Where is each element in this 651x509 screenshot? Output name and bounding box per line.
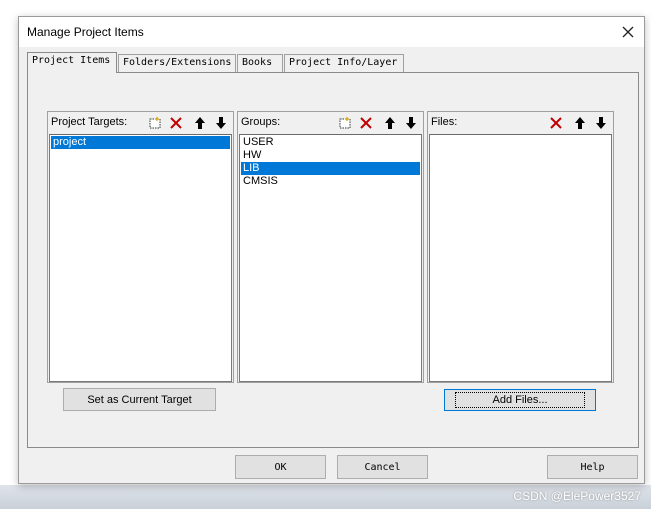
list-item[interactable]: USER	[241, 136, 420, 149]
delete-icon	[360, 117, 372, 129]
move-up-icon	[385, 117, 395, 129]
cancel-button[interactable]: Cancel	[337, 455, 428, 479]
tab-project-items[interactable]: Project Items	[27, 52, 117, 73]
manage-project-items-dialog: Manage Project Items Project Items Folde…	[18, 16, 645, 484]
move-down-group-button[interactable]	[402, 114, 420, 132]
delete-icon	[170, 117, 182, 129]
groups-list[interactable]: USER HW LIB CMSIS	[239, 134, 422, 382]
watermark: CSDN @ElePower3527	[513, 489, 641, 503]
files-header: Files:	[428, 112, 613, 132]
move-down-icon	[596, 117, 606, 129]
tab-folders-extensions[interactable]: Folders/Extensions	[118, 54, 236, 72]
files-label: Files:	[431, 116, 458, 128]
delete-file-button[interactable]	[547, 114, 565, 132]
delete-target-button[interactable]	[167, 114, 185, 132]
list-item[interactable]: HW	[241, 149, 420, 162]
tab-project-info-layer[interactable]: Project Info/Layer	[284, 54, 404, 72]
project-targets-list[interactable]: project	[49, 134, 232, 382]
title-bar: Manage Project Items	[19, 17, 644, 47]
project-targets-label: Project Targets:	[51, 116, 128, 128]
move-down-icon	[216, 117, 226, 129]
files-list[interactable]	[429, 134, 612, 382]
set-current-target-button[interactable]: Set as Current Target	[63, 388, 216, 411]
project-targets-header: Project Targets:	[48, 112, 233, 132]
groups-label: Groups:	[241, 116, 281, 128]
move-down-target-button[interactable]	[212, 114, 230, 132]
dialog-title: Manage Project Items	[27, 25, 144, 39]
move-up-icon	[575, 117, 585, 129]
delete-icon	[550, 117, 562, 129]
new-item-icon	[339, 117, 351, 129]
close-icon	[622, 26, 634, 38]
groups-group: Groups: USER HW LIB CMSIS	[237, 111, 424, 383]
ok-button[interactable]: OK	[235, 455, 326, 479]
help-button[interactable]: Help	[547, 455, 638, 479]
tab-books[interactable]: Books	[237, 54, 283, 72]
delete-group-button[interactable]	[357, 114, 375, 132]
move-up-icon	[195, 117, 205, 129]
move-up-file-button[interactable]	[571, 114, 589, 132]
list-item[interactable]: project	[51, 136, 230, 149]
add-files-button[interactable]: Add Files...	[444, 389, 596, 411]
list-item[interactable]: LIB	[241, 162, 420, 175]
new-group-button[interactable]	[336, 114, 354, 132]
groups-header: Groups:	[238, 112, 423, 132]
move-up-group-button[interactable]	[381, 114, 399, 132]
new-target-button[interactable]	[146, 114, 164, 132]
close-button[interactable]	[615, 19, 641, 45]
add-files-label: Add Files...	[455, 392, 585, 408]
project-targets-group: Project Targets: project	[47, 111, 234, 383]
move-down-file-button[interactable]	[592, 114, 610, 132]
move-down-icon	[406, 117, 416, 129]
move-up-target-button[interactable]	[191, 114, 209, 132]
new-item-icon	[149, 117, 161, 129]
files-group: Files:	[427, 111, 614, 383]
list-item[interactable]: CMSIS	[241, 175, 420, 188]
